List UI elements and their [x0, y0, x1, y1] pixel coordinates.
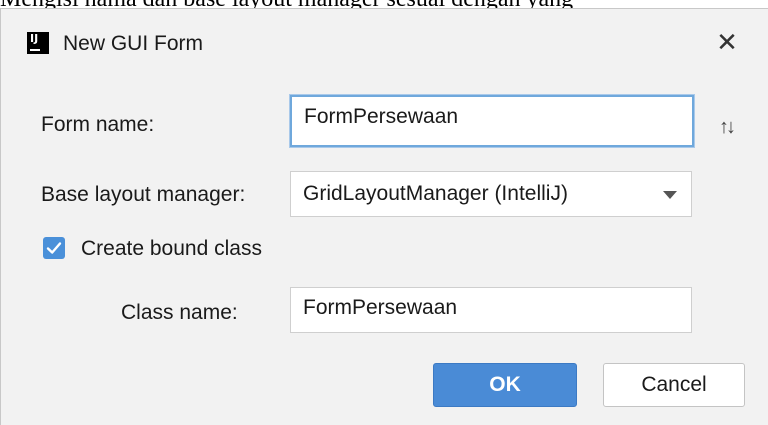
- cancel-button[interactable]: Cancel: [603, 363, 745, 407]
- base-layout-label: Base layout manager:: [41, 183, 246, 206]
- class-name-value: FormPersewaan: [303, 296, 458, 319]
- ok-button[interactable]: OK: [433, 363, 577, 407]
- checkmark-icon: [46, 242, 62, 254]
- base-layout-select[interactable]: GridLayoutManager (IntelliJ): [290, 171, 692, 217]
- class-name-input[interactable]: FormPersewaan: [290, 287, 692, 333]
- base-layout-value: GridLayoutManager (IntelliJ): [303, 182, 568, 205]
- chevron-down-icon: [663, 191, 677, 199]
- class-name-label: Class name:: [121, 301, 238, 324]
- new-gui-form-dialog: IJ New GUI Form ✕ Form name: FormPersewa…: [0, 8, 768, 425]
- form-name-label: Form name:: [41, 113, 155, 136]
- sort-icon[interactable]: ↑↓: [719, 116, 736, 139]
- close-icon[interactable]: ✕: [709, 27, 745, 59]
- intellij-app-icon: IJ: [27, 32, 49, 54]
- dialog-titlebar: IJ New GUI Form ✕: [1, 9, 768, 75]
- create-bound-class-label[interactable]: Create bound class: [81, 237, 262, 261]
- dialog-title: New GUI Form: [63, 32, 204, 55]
- create-bound-class-checkbox[interactable]: [43, 237, 65, 259]
- form-name-value: FormPersewaan: [304, 105, 459, 128]
- form-name-input[interactable]: FormPersewaan: [290, 95, 694, 147]
- app-icon-text: IJ: [30, 32, 39, 45]
